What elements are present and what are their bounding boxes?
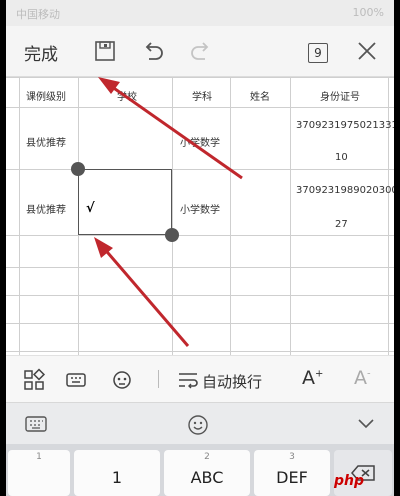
key-abc[interactable]: 2 ABC bbox=[164, 450, 250, 496]
keyboard-toolbar bbox=[6, 402, 394, 445]
font-increase-plus: + bbox=[315, 368, 324, 380]
font-increase-letter: A bbox=[302, 367, 315, 389]
key-abc-sub: 2 bbox=[204, 452, 210, 462]
row1-id-line1[interactable]: 370923197502133​1 bbox=[296, 120, 394, 131]
key-def[interactable]: 3 DEF bbox=[254, 450, 330, 496]
cell-cursor-text: √ bbox=[86, 201, 95, 216]
font-increase-button[interactable]: A+ bbox=[302, 367, 323, 389]
key-def-sub: 3 bbox=[289, 452, 295, 462]
chevron-down-icon[interactable] bbox=[356, 417, 376, 431]
format-bar: 自动换行 A+ A- bbox=[6, 355, 394, 402]
key-def-main: DEF bbox=[276, 468, 308, 487]
save-icon[interactable] bbox=[92, 38, 118, 64]
row1-id-line2[interactable]: 10 bbox=[335, 152, 348, 163]
keyboard-toggle-icon[interactable] bbox=[64, 368, 88, 392]
font-decrease-button[interactable]: A- bbox=[354, 367, 371, 389]
key-abc-main: ABC bbox=[190, 468, 224, 487]
emoji-icon[interactable] bbox=[186, 413, 210, 437]
selection-handle-bottom-right[interactable] bbox=[165, 228, 179, 242]
font-decrease-minus: - bbox=[367, 368, 371, 380]
header-subject: 学科 bbox=[192, 92, 212, 103]
font-decrease-letter: A bbox=[354, 367, 367, 389]
key-symbols[interactable]: 1 bbox=[8, 450, 70, 496]
close-icon[interactable] bbox=[354, 38, 380, 64]
watermark-logo: php bbox=[334, 473, 365, 489]
selection-handle-top-left[interactable] bbox=[71, 162, 85, 176]
redo-icon[interactable] bbox=[188, 38, 214, 64]
undo-icon[interactable] bbox=[140, 38, 166, 64]
spreadsheet-grid[interactable]: 课例级别 学校 学科 姓名 身份证号 县优推荐 小学数学 37092319750… bbox=[6, 77, 394, 355]
row1-subject[interactable]: 小学数学 bbox=[180, 134, 220, 149]
wrap-text-label[interactable]: 自动换行 bbox=[202, 371, 262, 392]
header-id: 身份证号 bbox=[320, 92, 360, 103]
toolbar-divider bbox=[158, 370, 159, 388]
header-level: 课例级别 bbox=[26, 92, 66, 103]
carrier-label: 中国移动 bbox=[16, 8, 60, 21]
keyboard-icon[interactable] bbox=[24, 413, 48, 435]
key-1-main: 1 bbox=[111, 468, 123, 487]
page-count-badge[interactable]: 9 bbox=[308, 43, 328, 63]
status-bar: 中国移动 100% bbox=[6, 0, 394, 26]
row2-id-line1[interactable]: 3709231989020300 bbox=[296, 185, 394, 196]
header-school: 学校 bbox=[117, 92, 137, 103]
row2-level[interactable]: 县优推荐 bbox=[26, 201, 66, 216]
emoji-face-icon[interactable] bbox=[110, 368, 134, 392]
done-button[interactable]: 完成 bbox=[24, 40, 58, 65]
toolbar: 完成 9 bbox=[6, 26, 394, 77]
wrap-text-icon[interactable] bbox=[176, 368, 200, 392]
key-symbols-sub: 1 bbox=[36, 452, 42, 462]
row2-id-line2[interactable]: 27 bbox=[335, 219, 348, 230]
key-1[interactable]: 1 bbox=[74, 450, 160, 496]
grid-apps-icon[interactable] bbox=[22, 368, 46, 392]
header-name: 姓名 bbox=[250, 92, 270, 103]
row2-subject[interactable]: 小学数学 bbox=[180, 201, 220, 216]
row1-level[interactable]: 县优推荐 bbox=[26, 134, 66, 149]
battery-label: 100% bbox=[352, 6, 384, 19]
app-frame: 中国移动 100% 完成 9 课例级别 学校 学科 姓名 身份证号 县优推荐 小… bbox=[6, 0, 394, 496]
